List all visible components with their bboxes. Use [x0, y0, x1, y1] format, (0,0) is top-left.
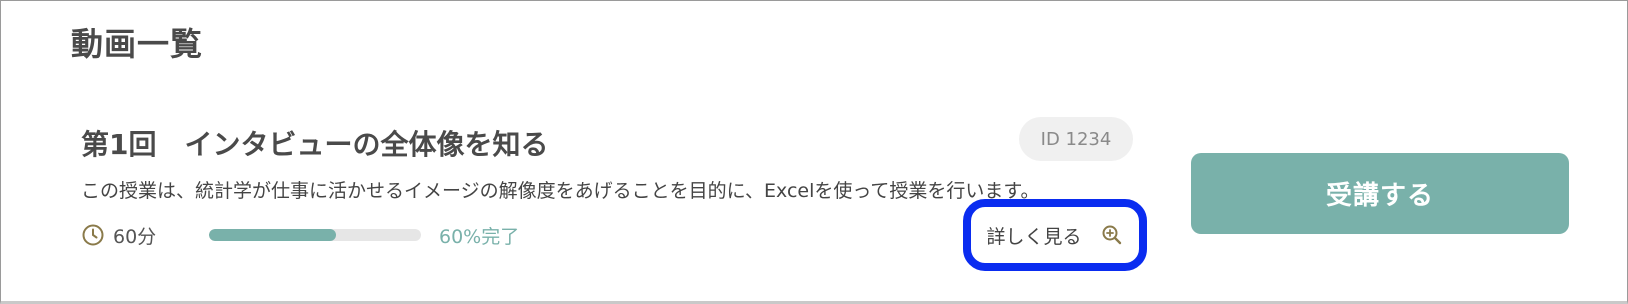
video-list-panel: 動画一覧 第1回 インタビューの全体像を知る ID 1234 この授業は、統計学…: [0, 0, 1628, 304]
clock-icon: [81, 223, 105, 247]
section-title: 動画一覧: [71, 25, 204, 63]
progress-label: 60%完了: [439, 226, 520, 248]
lesson-duration: 60分: [113, 225, 157, 248]
details-button-label: 詳しく見る: [986, 225, 1082, 248]
enroll-button[interactable]: 受講する: [1191, 153, 1569, 234]
lesson-title: 第1回 インタビューの全体像を知る: [81, 128, 549, 161]
progress-bar: [209, 229, 421, 241]
lesson-description: この授業は、統計学が仕事に活かせるイメージの解像度をあげることを目的に、Exce…: [81, 180, 1040, 202]
details-button[interactable]: 詳しく見る: [963, 199, 1147, 271]
lesson-id-badge: ID 1234: [1019, 117, 1133, 161]
lesson-meta: 60分: [81, 221, 156, 249]
progress-bar-fill: [209, 229, 337, 241]
zoom-in-icon: [1100, 223, 1124, 247]
